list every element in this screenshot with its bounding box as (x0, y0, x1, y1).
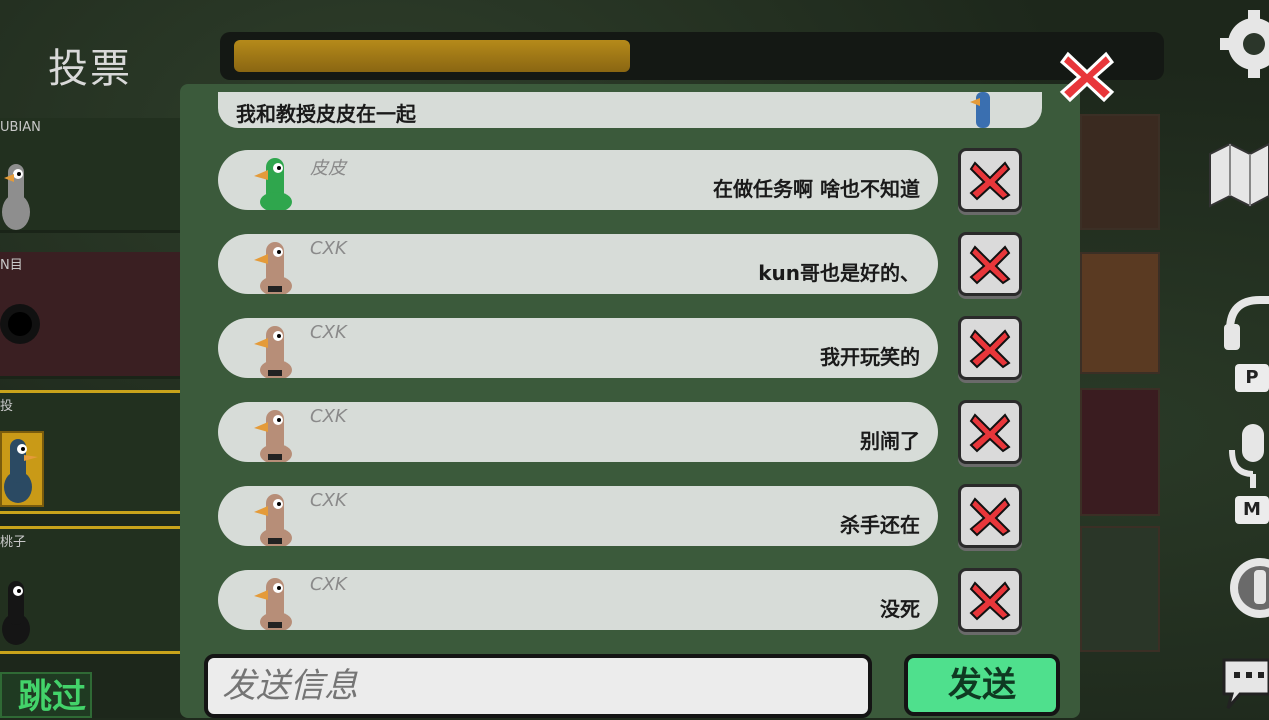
chat-panel: 我和教授皮皮在一起 皮皮 在做任务啊 啥也不知道 CXK kun哥也是好的、 C… (180, 84, 1080, 718)
blue-goose-icon (4, 439, 38, 503)
delete-message-button[interactable] (958, 568, 1022, 632)
headset-icon[interactable] (1224, 296, 1269, 354)
role-icon[interactable] (1226, 556, 1269, 620)
message-text: kun哥也是好的、 (758, 261, 920, 285)
tan-goose-avatar-icon (254, 242, 292, 294)
message-text: 在做任务啊 啥也不知道 (713, 177, 920, 201)
map-icon[interactable] (1206, 134, 1269, 210)
chat-icon[interactable] (1220, 652, 1269, 718)
grey-goose-icon (2, 164, 30, 230)
player-name: 投 (0, 399, 14, 414)
message-sender: CXK (310, 490, 347, 511)
chat-message: CXK kun哥也是好的、 (218, 234, 938, 294)
message-text: 我和教授皮皮在一起 (236, 102, 416, 126)
tan-goose-avatar-icon (254, 494, 292, 546)
message-text: 别闹了 (860, 429, 920, 453)
player-name: 桃子 (0, 535, 27, 550)
message-sender: CXK (310, 406, 347, 427)
message-text: 没死 (880, 597, 920, 621)
red-x-icon (969, 245, 1011, 285)
vote-title: 投票 (48, 46, 132, 92)
red-x-icon (969, 161, 1011, 201)
message-sender: CXK (310, 574, 347, 595)
vote-timer-fill (234, 40, 630, 72)
message-sender: CXK (310, 238, 347, 259)
red-x-icon (969, 413, 1011, 453)
player-card-voted[interactable]: 桃子 (0, 526, 190, 654)
delete-message-button[interactable] (958, 232, 1022, 296)
push-to-talk-key: P (1235, 364, 1269, 392)
tan-goose-avatar-icon (254, 578, 292, 630)
black-goose-icon (2, 581, 30, 645)
delete-message-button[interactable] (958, 484, 1022, 548)
close-chat-icon[interactable] (1058, 46, 1116, 104)
message-text: 我开玩笑的 (820, 345, 920, 369)
message-sender: 皮皮 (310, 158, 346, 179)
mute-key: M (1235, 496, 1269, 524)
chat-message: CXK 杀手还在 (218, 486, 938, 546)
tan-goose-avatar-icon (254, 410, 292, 462)
chat-message-pinned: 我和教授皮皮在一起 (218, 92, 1042, 128)
player-name: N目 (0, 258, 23, 273)
message-text: 杀手还在 (840, 513, 920, 537)
blue-goose-avatar-icon (970, 92, 990, 128)
player-name: UBIAN (0, 120, 41, 135)
vote-timer-bar (220, 32, 1164, 80)
player-card[interactable]: N目 (0, 252, 190, 379)
player-tile[interactable] (1080, 388, 1160, 516)
dead-player-icon (0, 304, 40, 344)
red-x-icon (969, 329, 1011, 369)
message-sender: CXK (310, 322, 347, 343)
chat-message: CXK 没死 (218, 570, 938, 630)
chat-message-input[interactable] (204, 654, 872, 718)
send-button[interactable]: 发送 (904, 654, 1060, 716)
player-card-voted[interactable]: 投 (0, 390, 190, 514)
delete-message-button[interactable] (958, 400, 1022, 464)
delete-message-button[interactable] (958, 316, 1022, 380)
player-card[interactable]: UBIAN (0, 118, 190, 233)
player-tile[interactable] (1080, 526, 1160, 652)
chat-message: 皮皮 在做任务啊 啥也不知道 (218, 150, 938, 210)
red-x-icon (969, 497, 1011, 537)
chat-message: CXK 我开玩笑的 (218, 318, 938, 378)
chat-message: CXK 别闹了 (218, 402, 938, 462)
player-tile[interactable] (1080, 114, 1160, 230)
tan-goose-avatar-icon (254, 326, 292, 378)
gear-icon[interactable] (1216, 2, 1269, 82)
green-goose-avatar-icon (254, 158, 292, 210)
skip-vote-button[interactable]: 跳过 (0, 672, 92, 718)
microphone-icon[interactable] (1226, 420, 1269, 492)
delete-message-button[interactable] (958, 148, 1022, 212)
red-x-icon (969, 581, 1011, 621)
player-tile[interactable] (1080, 252, 1160, 374)
voted-highlight (0, 431, 44, 507)
